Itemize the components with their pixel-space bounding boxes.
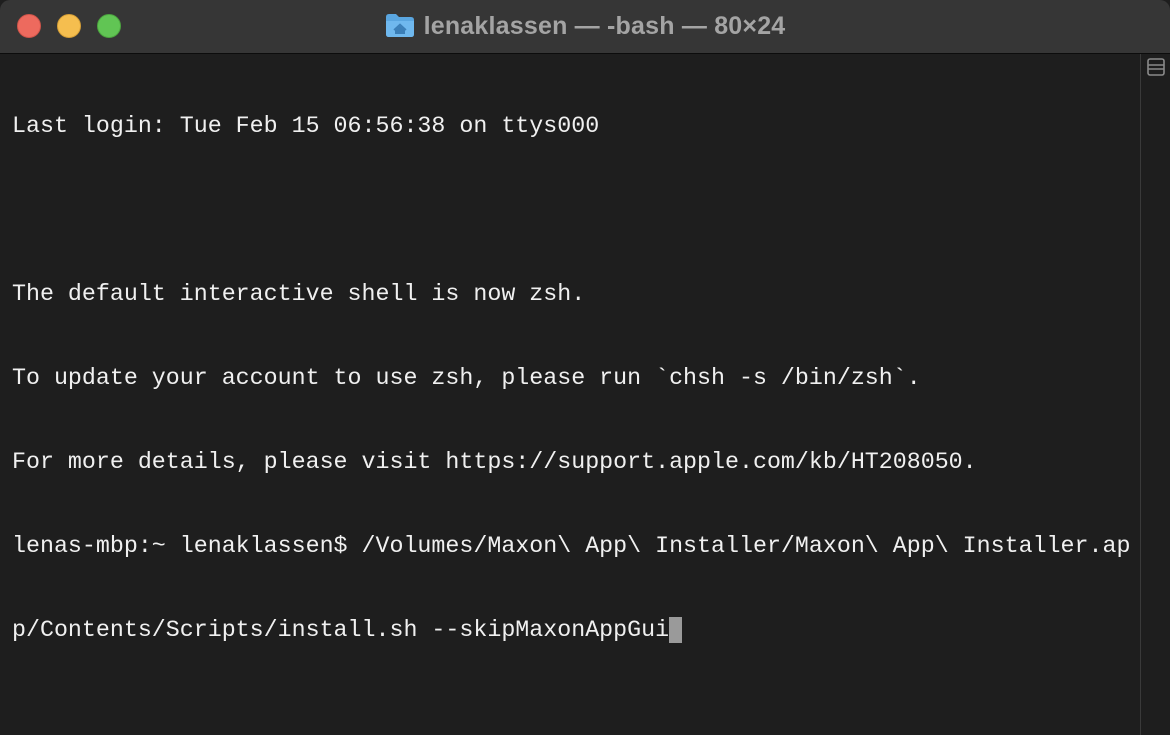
- terminal-line: To update your account to use zsh, pleas…: [12, 365, 921, 391]
- title-bar[interactable]: lenaklassen — -bash — 80×24: [0, 0, 1170, 54]
- home-folder-icon: [385, 14, 414, 37]
- terminal-input-line[interactable]: p/Contents/Scripts/install.sh --skipMaxo…: [12, 616, 1137, 644]
- window-title-text: lenaklassen — -bash — 80×24: [423, 11, 786, 40]
- terminal-line: For more details, please visit https://s…: [12, 449, 977, 475]
- terminal-command-text: p/Contents/Scripts/install.sh --skipMaxo…: [12, 617, 670, 643]
- terminal-line: The default interactive shell is now zsh…: [12, 281, 586, 307]
- split-pane-icon[interactable]: [1147, 58, 1165, 76]
- text-cursor: [669, 617, 683, 643]
- window-title: lenaklassen — -bash — 80×24: [0, 0, 1170, 52]
- terminal-line: Last login: Tue Feb 15 06:56:38 on ttys0…: [12, 113, 600, 139]
- scrollbar[interactable]: [1140, 54, 1170, 735]
- terminal-line: lenas-mbp:~ lenaklassen$ /Volumes/Maxon\…: [12, 533, 1131, 559]
- terminal-output[interactable]: Last login: Tue Feb 15 06:56:38 on ttys0…: [12, 56, 1137, 735]
- terminal-window: lenaklassen — -bash — 80×24 Last login: …: [0, 0, 1170, 735]
